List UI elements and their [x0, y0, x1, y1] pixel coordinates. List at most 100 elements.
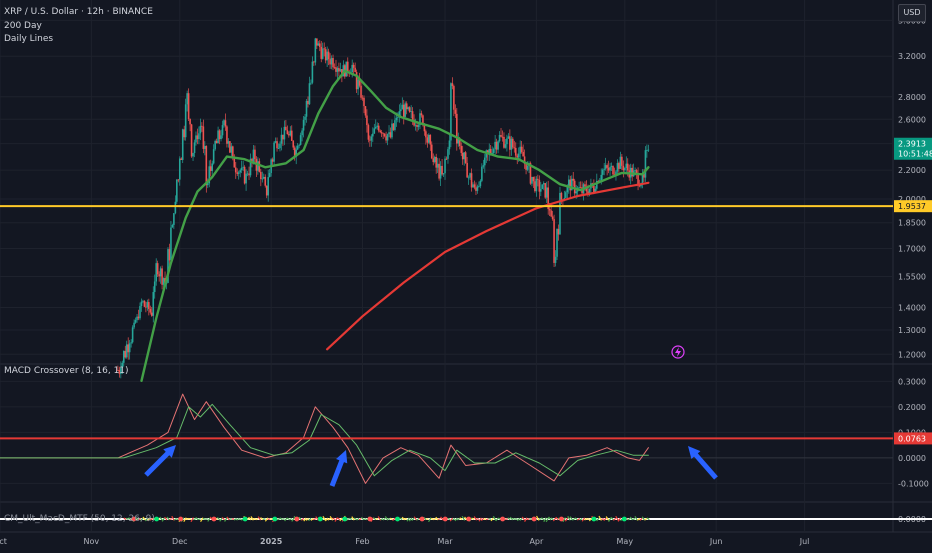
- candle-body: [135, 320, 137, 323]
- candle-body: [210, 166, 212, 171]
- candle-body: [309, 83, 311, 104]
- candle-body: [371, 136, 373, 140]
- candle-body: [353, 65, 355, 68]
- currency-button[interactable]: USD: [898, 4, 926, 22]
- arrow-annotation: [326, 448, 351, 488]
- candle-body: [241, 168, 243, 170]
- cm-dot: [294, 517, 299, 522]
- candle-body: [401, 105, 403, 110]
- candle-body: [369, 140, 371, 141]
- price-tick-label: 1.7000: [898, 244, 926, 253]
- candle-body: [262, 179, 264, 180]
- candle-body: [418, 125, 420, 127]
- arrow-annotation: [683, 442, 720, 482]
- chart-root[interactable]: 1.20001.30001.40001.55001.70001.85002.00…: [0, 0, 932, 550]
- candle-body: [178, 180, 180, 181]
- candle-body: [182, 129, 184, 160]
- candle-body: [141, 302, 143, 306]
- candle-body: [505, 144, 507, 148]
- candle-body: [254, 150, 256, 159]
- candle-body: [537, 179, 539, 180]
- candle-body: [172, 225, 174, 228]
- candle-body: [247, 174, 249, 175]
- candle-body: [340, 69, 342, 71]
- cm-dot: [243, 517, 248, 522]
- candle-body: [220, 135, 222, 139]
- candle-body: [533, 177, 535, 181]
- candle-body: [170, 228, 172, 261]
- signal-line: [0, 404, 648, 476]
- candle-body: [259, 161, 261, 172]
- cm-dot: [368, 517, 373, 522]
- candle-body: [623, 166, 625, 170]
- candle-body: [556, 229, 558, 257]
- candle-body: [275, 141, 277, 142]
- candle-body: [428, 135, 430, 143]
- candle-body: [631, 168, 633, 176]
- cm-segment: [448, 518, 450, 519]
- candle-body: [147, 302, 149, 307]
- price-tick-label: 2.6000: [898, 115, 926, 124]
- candle-body: [300, 135, 302, 145]
- price-tick-label: 2.2000: [898, 166, 926, 175]
- candle-body: [211, 163, 213, 170]
- cm-dot: [212, 517, 217, 522]
- cm-dot: [559, 517, 564, 522]
- candle-body: [522, 152, 524, 156]
- candle-body: [345, 62, 347, 77]
- time-tick-label: Oct: [0, 537, 7, 546]
- candle-body: [600, 175, 602, 181]
- candle-body: [466, 163, 468, 178]
- cm-segment: [189, 518, 191, 519]
- candle-body: [325, 49, 327, 60]
- candle-body: [471, 173, 473, 187]
- candle-body: [521, 147, 523, 152]
- candle-body: [565, 192, 567, 198]
- cm-dot: [395, 517, 400, 522]
- price-tick-label: 3.2000: [898, 52, 926, 61]
- candle-body: [578, 187, 580, 188]
- candle-body: [503, 137, 505, 148]
- candle-body: [347, 62, 349, 72]
- candle-body: [225, 120, 227, 126]
- candle-body: [185, 104, 187, 137]
- price-tick-label: 1.8500: [898, 219, 926, 228]
- cm-segment: [489, 519, 491, 520]
- candle-body: [150, 309, 152, 313]
- candle-body: [245, 174, 247, 184]
- candle-body: [465, 152, 467, 163]
- candle-body: [127, 344, 129, 352]
- cm-segment: [431, 519, 433, 520]
- candle-body: [511, 139, 513, 150]
- candle-body: [539, 180, 541, 192]
- candle-body: [219, 130, 221, 139]
- candle-body: [382, 133, 384, 134]
- candle-body: [126, 344, 128, 357]
- candle-body: [284, 127, 286, 140]
- cm-dot: [272, 517, 277, 522]
- candle-body: [500, 135, 502, 137]
- candle-body: [328, 52, 330, 59]
- candle-body: [310, 83, 312, 84]
- candle-body: [200, 126, 202, 133]
- candle-body: [469, 173, 471, 177]
- candle-body: [304, 117, 306, 120]
- candle-body: [338, 68, 340, 71]
- candle-body: [222, 125, 224, 135]
- candle-body: [253, 150, 255, 162]
- candle-body: [326, 52, 328, 61]
- candle-body: [527, 166, 529, 170]
- candle-body: [403, 105, 405, 117]
- candle-body: [409, 107, 411, 112]
- chart-svg[interactable]: 1.20001.30001.40001.55001.70001.85002.00…: [0, 0, 932, 550]
- candle-body: [266, 186, 268, 196]
- candle-body: [148, 302, 150, 309]
- candle-body: [317, 43, 319, 45]
- cm-segment: [253, 519, 255, 520]
- candle-body: [123, 351, 125, 363]
- candle-body: [216, 141, 218, 143]
- macd-tick-label: 0.2000: [898, 403, 926, 412]
- macd-level-label: 0.0763: [898, 434, 926, 443]
- candle-body: [483, 165, 485, 166]
- cm-segment: [527, 519, 529, 520]
